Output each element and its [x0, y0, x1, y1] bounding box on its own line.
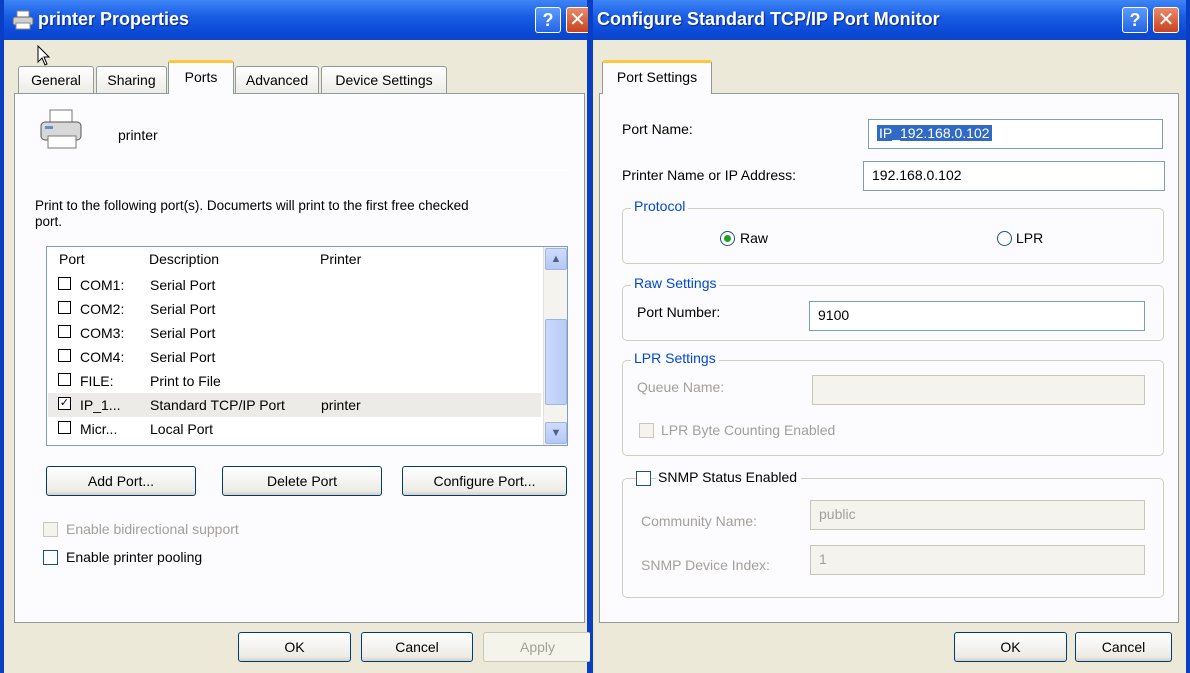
- port-description: Serial Port: [150, 277, 216, 293]
- list-item[interactable]: Micr... Local Port: [48, 417, 541, 441]
- ip-address-field[interactable]: 192.168.0.102: [863, 161, 1165, 191]
- printer-properties-window: printer Properties ? ✕ General Sharing P…: [0, 0, 591, 673]
- tab-ports[interactable]: Ports: [168, 60, 234, 94]
- ports-description: Print to the following port(s). Documert…: [35, 198, 469, 229]
- port-name: IP_1...: [80, 397, 121, 413]
- help-button[interactable]: ?: [535, 7, 561, 33]
- tcpip-port-monitor-window: Configure Standard TCP/IP Port Monitor ?…: [590, 0, 1190, 673]
- separator: [39, 170, 570, 171]
- tab-port-settings[interactable]: Port Settings: [602, 60, 712, 94]
- port-description: Serial Port: [150, 349, 216, 365]
- lpr-byte-counting-label: LPR Byte Counting Enabled: [661, 422, 836, 438]
- raw-label: Raw: [740, 230, 769, 246]
- snmp-enabled-label: SNMP Status Enabled: [656, 469, 802, 485]
- port-name: Micr...: [80, 421, 118, 437]
- port-checkbox[interactable]: [58, 325, 71, 338]
- lpr-label: LPR: [1016, 230, 1044, 246]
- lpr-radio[interactable]: [997, 231, 1012, 246]
- port-name-field[interactable]: IP_192.168.0.102: [868, 119, 1163, 149]
- snmp-group: SNMP Status Enabled Community Name: SNMP…: [622, 469, 1164, 598]
- tab-advanced[interactable]: Advanced: [235, 66, 319, 94]
- port-settings-panel: Port Name: IP_192.168.0.102 Printer Name…: [599, 93, 1179, 623]
- port-name: COM3:: [80, 325, 125, 341]
- port-name: FILE:: [80, 373, 114, 389]
- queue-name-field[interactable]: [812, 375, 1145, 405]
- port-description: Standard TCP/IP Port: [150, 397, 285, 413]
- cancel-button[interactable]: Cancel: [361, 632, 473, 662]
- port-checkbox-checked[interactable]: ✓: [58, 397, 71, 410]
- snmp-device-index-field[interactable]: 1: [810, 545, 1145, 575]
- tab-general[interactable]: General: [18, 66, 94, 94]
- ok-button[interactable]: OK: [238, 632, 351, 662]
- port-description: Print to File: [150, 373, 221, 389]
- bidirectional-label: Enable bidirectional support: [66, 521, 239, 537]
- port-description: Serial Port: [150, 325, 216, 341]
- close-button[interactable]: ✕: [1153, 7, 1179, 33]
- port-description: Local Port: [150, 421, 214, 437]
- port-name: COM1:: [80, 277, 125, 293]
- list-item[interactable]: COM4: Serial Port: [48, 345, 541, 369]
- port-printer: printer: [321, 397, 361, 413]
- list-item[interactable]: COM2: Serial Port: [48, 297, 541, 321]
- title-bar[interactable]: printer Properties ? ✕: [4, 0, 588, 40]
- window-title: printer Properties: [38, 9, 190, 29]
- queue-name-label: Queue Name:: [637, 379, 725, 395]
- configure-port-button[interactable]: Configure Port...: [402, 466, 567, 496]
- apply-button[interactable]: Apply: [483, 632, 591, 662]
- port-name-label: Port Name:: [622, 121, 693, 137]
- pooling-checkbox[interactable]: [43, 550, 58, 565]
- printer-small-icon: [12, 10, 34, 30]
- title-bar[interactable]: Configure Standard TCP/IP Port Monitor ?…: [593, 0, 1186, 40]
- tab-sharing[interactable]: Sharing: [96, 66, 167, 94]
- port-checkbox[interactable]: [58, 277, 71, 290]
- ok-button[interactable]: OK: [954, 632, 1067, 662]
- raw-radio[interactable]: [720, 231, 735, 246]
- port-name: COM4:: [80, 349, 125, 365]
- vertical-scrollbar[interactable]: ▲ ▼: [543, 247, 567, 445]
- ports-list[interactable]: Port Description Printer COM1: Serial Po…: [46, 246, 568, 446]
- lpr-settings-title: LPR Settings: [631, 350, 719, 366]
- close-button[interactable]: ✕: [566, 7, 588, 33]
- bidirectional-checkbox[interactable]: [43, 522, 58, 537]
- list-item-selected[interactable]: ✓ IP_1... Standard TCP/IP Port printer: [48, 393, 541, 417]
- list-item[interactable]: COM3: Serial Port: [48, 321, 541, 345]
- window-title: Configure Standard TCP/IP Port Monitor: [597, 9, 940, 29]
- printer-name: printer: [118, 127, 158, 143]
- ip-address-label: Printer Name or IP Address:: [622, 167, 797, 183]
- raw-settings-title: Raw Settings: [631, 275, 720, 291]
- list-item[interactable]: FILE: Print to File: [48, 369, 541, 393]
- column-header-port[interactable]: Port: [59, 251, 85, 267]
- port-description: Serial Port: [150, 301, 216, 317]
- column-header-description[interactable]: Description: [149, 251, 219, 267]
- add-port-button[interactable]: Add Port...: [46, 466, 196, 496]
- community-name-field[interactable]: public: [810, 500, 1145, 530]
- port-checkbox[interactable]: [58, 373, 71, 386]
- cancel-button[interactable]: Cancel: [1075, 632, 1172, 662]
- port-checkbox[interactable]: [58, 421, 71, 434]
- pooling-label: Enable printer pooling: [66, 549, 203, 565]
- protocol-title: Protocol: [631, 198, 689, 214]
- port-checkbox[interactable]: [58, 349, 71, 362]
- snmp-enabled-checkbox[interactable]: [636, 471, 651, 486]
- ports-tab-panel: printer Print to the following port(s). …: [14, 93, 585, 623]
- port-name: COM2:: [80, 301, 125, 317]
- delete-port-button[interactable]: Delete Port: [222, 466, 382, 496]
- printer-icon: [40, 109, 82, 149]
- port-number-field[interactable]: 9100: [809, 301, 1145, 331]
- mouse-pointer-icon: [37, 45, 51, 66]
- column-header-printer[interactable]: Printer: [320, 251, 361, 267]
- port-checkbox[interactable]: [58, 301, 71, 314]
- community-name-label: Community Name:: [641, 513, 757, 529]
- protocol-group: Protocol Raw LPR: [622, 198, 1164, 264]
- port-number-label: Port Number:: [637, 304, 721, 320]
- snmp-device-index-label: SNMP Device Index:: [641, 557, 770, 573]
- scroll-up-icon[interactable]: ▲: [545, 248, 567, 270]
- tab-device-settings[interactable]: Device Settings: [321, 66, 447, 94]
- lpr-byte-counting-checkbox[interactable]: [639, 423, 654, 438]
- port-name-value: IP_192.168.0.102: [877, 125, 992, 141]
- help-button[interactable]: ?: [1122, 7, 1148, 33]
- scroll-down-icon[interactable]: ▼: [545, 422, 567, 444]
- list-item[interactable]: COM1: Serial Port: [48, 273, 541, 297]
- scroll-thumb[interactable]: [545, 319, 567, 405]
